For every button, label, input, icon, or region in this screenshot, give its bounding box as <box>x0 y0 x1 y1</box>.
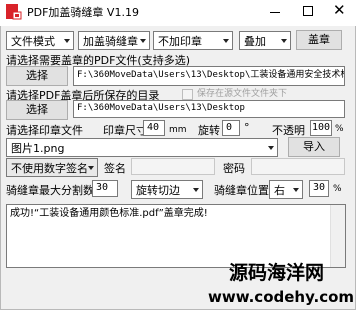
mode-select[interactable]: 文件模式 <box>6 31 74 50</box>
max-split-label: 骑缝章最大分割数 <box>6 184 94 197</box>
status-message: 成功!“工装设备通用颜色标准.pdf”盖章完成! <box>10 208 208 219</box>
save-same-folder-checkbox[interactable] <box>182 89 193 100</box>
signature-name-field[interactable] <box>131 158 215 175</box>
stamp-size-unit: mm <box>169 125 187 135</box>
output-select-label: 选择 <box>26 103 48 116</box>
chevron-down-icon <box>293 188 299 192</box>
seal-option-value: 不加印章 <box>158 35 202 48</box>
stamp-button[interactable]: 盖章 <box>296 30 342 50</box>
status-scrollbar[interactable] <box>330 205 345 267</box>
mode-select-value: 文件模式 <box>11 35 55 48</box>
opacity-label: 不透明 <box>272 124 305 137</box>
opacity-value: 100 <box>312 122 331 133</box>
chevron-down-icon <box>193 188 199 192</box>
stamp-size-label: 印章尺寸 <box>103 124 147 137</box>
import-button-label: 导入 <box>303 140 325 153</box>
output-path-value: F:\360MoveData\Users\13\Desktop <box>77 103 245 113</box>
watermark-url: www.codehy.com <box>208 288 355 306</box>
rotate-unit: ° <box>244 121 250 134</box>
max-split-input[interactable]: 30 <box>92 180 118 197</box>
chevron-down-icon <box>268 146 274 150</box>
signature-mode-select[interactable]: 不使用数字签名 <box>6 158 98 177</box>
position-pct-value: 30 <box>313 182 326 193</box>
source-label: 请选择需要盖章的PDF文件(支持多选) <box>6 54 191 67</box>
position-value: 右 <box>274 184 285 197</box>
source-select-button[interactable]: 选择 <box>6 66 68 86</box>
stamp-type-value: 加盖骑缝章 <box>83 35 138 48</box>
opacity-input[interactable]: 100 <box>310 120 332 136</box>
watermark-site-name: 源码海洋网 <box>229 262 325 284</box>
stamp-file-label: 请选择印章文件 <box>6 124 83 137</box>
source-path-value: F:\360MoveData\Users\13\Desktop\工装设备通用安全… <box>77 70 345 80</box>
import-button[interactable]: 导入 <box>288 137 340 157</box>
seal-option-select[interactable]: 不加印章 <box>153 31 233 50</box>
title-bar: PDF加盖骑缝章 V1.19 ✕ <box>0 0 356 26</box>
chevron-down-icon <box>281 39 287 43</box>
minimize-icon[interactable] <box>270 12 280 13</box>
position-pct-unit: % <box>333 184 342 194</box>
stamp-size-value: 40 <box>147 122 160 133</box>
rotate-input[interactable]: 0 <box>222 120 240 136</box>
chevron-down-icon <box>223 39 229 43</box>
source-path-field[interactable]: F:\360MoveData\Users\13\Desktop\工装设备通用安全… <box>73 66 345 86</box>
overlay-value: 叠加 <box>244 35 266 48</box>
position-select[interactable]: 右 <box>269 180 303 199</box>
status-log[interactable]: 成功!“工装设备通用颜色标准.pdf”盖章完成! <box>6 204 346 268</box>
output-path-field[interactable]: F:\360MoveData\Users\13\Desktop <box>73 100 345 118</box>
stamp-type-select[interactable]: 加盖骑缝章 <box>78 31 150 50</box>
position-pct-input[interactable]: 30 <box>309 180 329 197</box>
save-same-folder-label: 保存在源文件文件夹下 <box>197 89 288 99</box>
password-field[interactable] <box>251 158 345 175</box>
pdf-app-icon <box>5 4 22 20</box>
rotate-label: 旋转 <box>198 124 220 137</box>
signature-name-label: 签名 <box>104 162 126 175</box>
maximize-icon[interactable] <box>303 6 313 16</box>
source-select-label: 选择 <box>26 69 48 82</box>
chevron-down-icon <box>64 39 70 43</box>
rotate-cut-value: 旋转切边 <box>136 184 180 197</box>
opacity-unit: % <box>335 124 344 134</box>
chevron-down-icon <box>140 39 146 43</box>
stamp-button-label: 盖章 <box>308 33 330 46</box>
output-select-button[interactable]: 选择 <box>6 100 68 120</box>
password-label: 密码 <box>223 162 245 175</box>
overlay-select[interactable]: 叠加 <box>239 31 291 50</box>
max-split-value: 30 <box>96 182 109 193</box>
window-title: PDF加盖骑缝章 V1.19 <box>27 6 139 19</box>
stamp-file-select[interactable]: 图片1.png <box>6 138 278 157</box>
stamp-file-value: 图片1.png <box>11 142 65 155</box>
chevron-down-icon <box>88 166 94 170</box>
position-label: 骑缝章位置 <box>214 184 269 197</box>
signature-mode-value: 不使用数字签名 <box>11 162 88 175</box>
rotate-value: 0 <box>226 122 233 133</box>
rotate-cut-select[interactable]: 旋转切边 <box>131 180 203 199</box>
close-icon[interactable]: ✕ <box>333 3 346 18</box>
stamp-size-input[interactable]: 40 <box>143 120 165 136</box>
